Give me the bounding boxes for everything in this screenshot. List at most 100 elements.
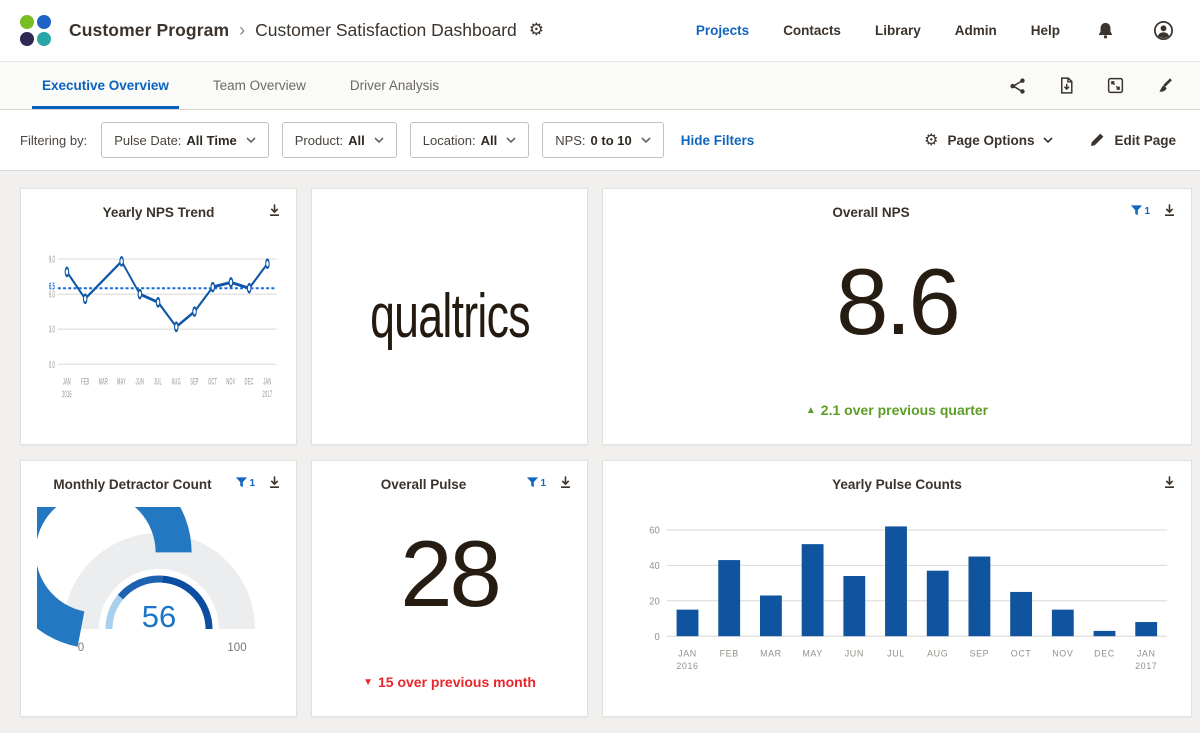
svg-text:JAN: JAN xyxy=(1137,649,1156,659)
svg-text:MAY: MAY xyxy=(802,649,822,659)
svg-text:100: 100 xyxy=(227,642,246,654)
filter-value: All xyxy=(348,133,365,148)
filter-prefix: Pulse Date: xyxy=(114,133,181,148)
filter-value: All xyxy=(481,133,498,148)
logo-dot-green xyxy=(20,15,34,29)
filter-prefix: Product: xyxy=(295,133,343,148)
main-nav: Projects Contacts Library Admin Help xyxy=(696,18,1176,43)
svg-text:2016: 2016 xyxy=(62,389,72,399)
download-icon[interactable] xyxy=(558,475,573,490)
dashboard-board: qualtrics Overall NPS 1 8.6 ▲2.1 over pr… xyxy=(0,171,1200,717)
app-header: Customer Program › Customer Satisfaction… xyxy=(0,0,1200,62)
svg-text:MAR: MAR xyxy=(99,377,108,387)
pencil-icon xyxy=(1089,132,1105,148)
page-options-button[interactable]: ⚙ Page Options xyxy=(924,132,1053,148)
export-file-icon[interactable] xyxy=(1055,74,1078,97)
overall-nps-widget: Overall NPS 1 8.6 ▲2.1 over previous qua… xyxy=(602,188,1192,445)
nps-value: 8.6 xyxy=(836,248,958,356)
nav-contacts[interactable]: Contacts xyxy=(783,23,841,38)
svg-text:FEB: FEB xyxy=(720,649,739,659)
edit-page-button[interactable]: Edit Page xyxy=(1089,132,1176,148)
filter-product[interactable]: Product: All xyxy=(282,122,397,158)
yearly-pulse-counts-chart: 0204060JAN2016FEBMARMAYJUNJULAUGSEPOCTNO… xyxy=(619,505,1175,710)
nav-library[interactable]: Library xyxy=(875,23,921,38)
filter-prefix: NPS: xyxy=(555,133,585,148)
notifications-bell-icon[interactable] xyxy=(1094,19,1117,42)
hide-filters-link[interactable]: Hide Filters xyxy=(681,133,755,148)
filtering-by-label: Filtering by: xyxy=(20,133,87,148)
widget-title: Yearly NPS Trend xyxy=(21,205,296,220)
widget-filter-icon[interactable]: 1 xyxy=(526,476,546,489)
tab-driver-analysis[interactable]: Driver Analysis xyxy=(332,62,457,109)
svg-text:0.0: 0.0 xyxy=(49,359,55,371)
edit-page-label: Edit Page xyxy=(1114,133,1176,148)
theme-brush-icon[interactable] xyxy=(1153,74,1176,97)
svg-text:9.0: 9.0 xyxy=(49,254,55,266)
download-icon[interactable] xyxy=(267,203,282,218)
filter-location[interactable]: Location: All xyxy=(410,122,529,158)
dashboard-tabbar: Executive Overview Team Overview Driver … xyxy=(0,62,1200,110)
filter-nps[interactable]: NPS: 0 to 10 xyxy=(542,122,664,158)
svg-text:6.5: 6.5 xyxy=(49,280,55,292)
yearly-nps-trend-chart: 0.03.06.09.06.5JAN2016FEBMARMAYJUNJULAUG… xyxy=(37,233,280,438)
svg-text:NOV: NOV xyxy=(1052,649,1073,659)
svg-text:0: 0 xyxy=(654,632,659,643)
svg-text:56: 56 xyxy=(141,599,175,634)
nav-projects[interactable]: Projects xyxy=(696,23,749,38)
filter-count: 1 xyxy=(249,478,255,489)
page-options-label: Page Options xyxy=(947,133,1034,148)
tab-team-overview[interactable]: Team Overview xyxy=(195,62,324,109)
qualtrics-wordmark: qualtrics xyxy=(370,281,530,352)
filter-value: All Time xyxy=(186,133,236,148)
download-icon[interactable] xyxy=(267,475,282,490)
account-avatar-icon[interactable] xyxy=(1151,18,1176,43)
svg-text:DEC: DEC xyxy=(245,377,254,387)
pulse-value: 28 xyxy=(400,520,499,628)
qualtrics-brand-logo-icon[interactable] xyxy=(20,15,51,46)
monthly-detractor-widget: Monthly Detractor Count 1 560100 xyxy=(20,460,297,717)
filter-pulse-date[interactable]: Pulse Date: All Time xyxy=(101,122,269,158)
delta-up-icon: ▲ xyxy=(806,405,816,416)
widget-filter-icon[interactable]: 1 xyxy=(235,476,255,489)
filter-count: 1 xyxy=(1144,206,1150,217)
svg-text:SEP: SEP xyxy=(970,649,990,659)
chevron-down-icon xyxy=(641,137,651,143)
breadcrumb-separator: › xyxy=(239,20,245,41)
delta-text: 15 over previous month xyxy=(378,674,536,690)
dashboard-settings-gear-icon[interactable]: ⚙ xyxy=(529,22,544,39)
svg-text:AUG: AUG xyxy=(172,377,181,387)
chevron-down-icon xyxy=(246,137,256,143)
delta-text: 2.1 over previous quarter xyxy=(821,402,988,418)
breadcrumb: Customer Program › Customer Satisfaction… xyxy=(69,20,544,41)
tab-executive-overview[interactable]: Executive Overview xyxy=(24,62,187,109)
overall-pulse-widget: Overall Pulse 1 28 ▼15 over previous mon… xyxy=(311,460,588,717)
share-icon[interactable] xyxy=(1006,74,1029,97)
svg-text:2017: 2017 xyxy=(263,389,273,399)
widget-title: Monthly Detractor Count xyxy=(0,477,270,492)
svg-text:3.0: 3.0 xyxy=(49,324,55,336)
widget-filter-icon[interactable]: 1 xyxy=(1130,204,1150,217)
fullscreen-icon[interactable] xyxy=(1104,74,1127,97)
nav-admin[interactable]: Admin xyxy=(955,23,997,38)
svg-text:SEP: SEP xyxy=(190,377,199,387)
nav-help[interactable]: Help xyxy=(1031,23,1060,38)
svg-text:2017: 2017 xyxy=(1135,661,1157,671)
detractor-gauge-chart: 56 0 100 xyxy=(37,507,281,667)
svg-text:JAN: JAN xyxy=(263,377,271,387)
download-icon[interactable] xyxy=(1162,475,1177,490)
widget-title: Overall NPS xyxy=(577,205,1165,220)
svg-text:20: 20 xyxy=(649,596,659,607)
download-icon[interactable] xyxy=(1162,203,1177,218)
svg-text:JAN: JAN xyxy=(63,377,71,387)
filter-bar: Filtering by: Pulse Date: All Time Produ… xyxy=(0,110,1200,171)
nps-delta: ▲ 2.1 over previous quarter xyxy=(603,402,1191,418)
chevron-down-icon xyxy=(374,137,384,143)
svg-text:MAY: MAY xyxy=(117,377,126,387)
svg-text:60: 60 xyxy=(649,525,659,536)
breadcrumb-program[interactable]: Customer Program xyxy=(69,20,229,41)
yearly-nps-trend-widget: Yearly NPS Trend 0.03.06.09.06.5JAN2016F… xyxy=(20,188,297,445)
svg-text:DEC: DEC xyxy=(1094,649,1115,659)
svg-text:0: 0 xyxy=(77,642,83,654)
logo-dot-navy xyxy=(20,32,34,46)
widget-title: Yearly Pulse Counts xyxy=(603,477,1191,492)
